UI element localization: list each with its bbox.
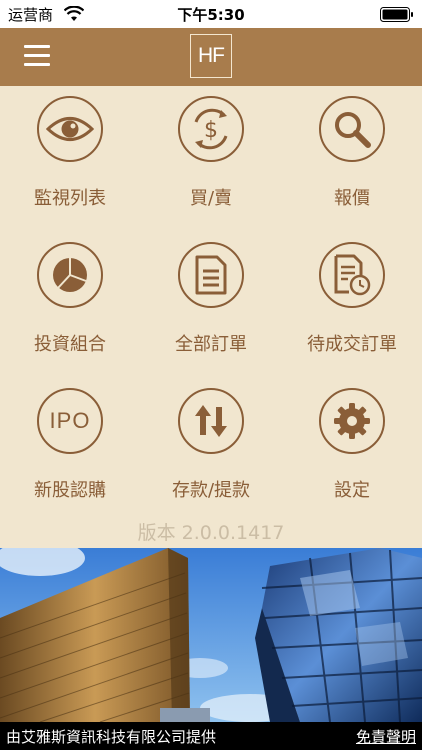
app-logo: HF: [190, 34, 232, 78]
magnifier-icon: [319, 96, 385, 162]
document-icon: [178, 242, 244, 308]
menu-item-quote[interactable]: 報價: [282, 88, 422, 209]
menu-item-label: 買/賣: [189, 188, 233, 209]
clock: 下午5:30: [177, 6, 245, 24]
ipo-icon: IPO: [37, 388, 103, 454]
skyscraper-banner-image: [0, 548, 422, 722]
menu-item-watchlist[interactable]: 監視列表: [0, 88, 140, 209]
menu-item-label: 全部訂單: [175, 334, 247, 355]
disclaimer-link[interactable]: 免責聲明: [356, 726, 416, 747]
menu-item-portfolio[interactable]: 投資組合: [0, 234, 140, 355]
dollar-exchange-icon: $: [178, 96, 244, 162]
eye-icon: [37, 96, 103, 162]
menu-item-label: 監視列表: [34, 188, 106, 209]
menu-item-label: 待成交訂單: [307, 334, 397, 355]
status-bar: 运营商 下午5:30: [0, 0, 422, 28]
nav-bar: HF: [0, 28, 422, 86]
menu-item-label: 設定: [334, 480, 370, 501]
menu-item-label: 存款/提款: [171, 480, 251, 501]
menu-item-label: 報價: [334, 188, 370, 209]
menu-item-ipo[interactable]: IPO 新股認購: [0, 380, 140, 501]
footer: 由艾雅斯資訊科技有限公司提供 免責聲明: [0, 722, 422, 750]
svg-text:$: $: [204, 118, 218, 143]
pie-chart-icon: [37, 242, 103, 308]
battery-icon: [380, 7, 413, 22]
pending-document-icon: [319, 242, 385, 308]
menu-item-pending-orders[interactable]: 待成交訂單: [282, 234, 422, 355]
version-label: 版本 2.0.0.1417: [137, 522, 285, 544]
up-down-arrows-icon: [178, 388, 244, 454]
ipo-icon-text: IPO: [49, 408, 91, 433]
menu-item-label: 新股認購: [34, 480, 106, 501]
menu-item-all-orders[interactable]: 全部訂單: [141, 234, 281, 355]
menu-item-deposit-withdrawal[interactable]: 存款/提款: [141, 380, 281, 501]
menu-item-buy-sell[interactable]: $ 買/賣: [141, 88, 281, 209]
menu-item-label: 投資組合: [34, 334, 106, 355]
gear-icon: [319, 388, 385, 454]
provider-text: 由艾雅斯資訊科技有限公司提供: [6, 728, 217, 746]
menu-icon[interactable]: [24, 45, 50, 67]
menu-item-settings[interactable]: 設定: [282, 380, 422, 501]
